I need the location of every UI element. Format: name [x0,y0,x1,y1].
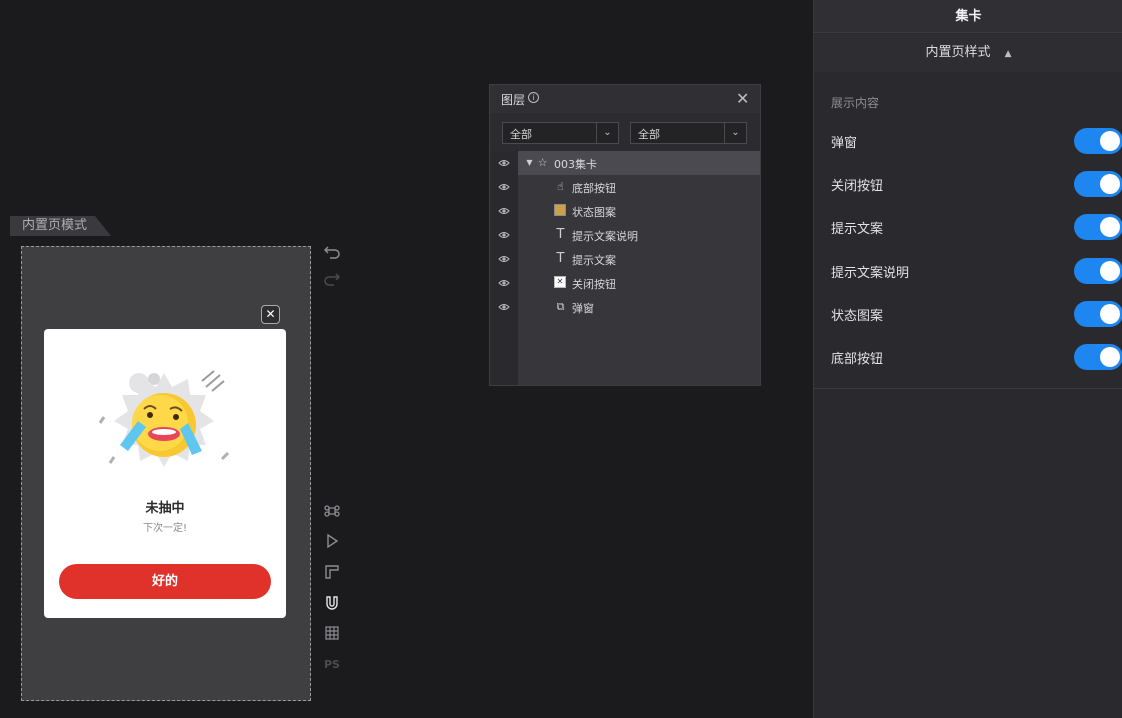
properties-panel: 集卡 内置页样式 ▲ 展示内容 弹窗 关闭按钮 提示文案 提示文案说明 状态图案… [813,0,1122,718]
eye-icon[interactable] [498,205,510,217]
close-image-icon: ✕ [554,276,566,288]
layers-header: 图层 i ✕ [490,85,760,113]
pointer-icon: ☝ [557,180,564,193]
modal-subtitle: 下次一定! [142,523,187,534]
layer-label: 弹窗 [572,302,594,315]
layer-label: 状态图案 [572,206,616,219]
window-icon: ⧉ [556,300,565,313]
popup-modal[interactable]: 未抽中 下次一定! 好的 [44,329,286,618]
layer-row-group[interactable]: ▼ ☆ 003集卡 [518,151,760,175]
toggle-label: 关闭按钮 [831,179,884,194]
magnet-icon[interactable] [323,595,341,613]
layer-label: 提示文案 [572,254,616,267]
image-icon [554,204,566,216]
layer-filter-select-1[interactable]: 全部 ⌄ [502,122,619,144]
layer-row[interactable]: T 提示文案 [518,247,760,271]
modal-title: 未抽中 [145,501,185,516]
layer-row[interactable]: T 提示文案说明 [518,223,760,247]
chevron-down-icon[interactable]: ⌄ [596,123,618,143]
text-icon: T [556,251,565,266]
command-icon[interactable] [323,503,341,521]
star-icon: ☆ [537,156,548,169]
eye-icon[interactable] [498,277,510,289]
layer-row[interactable]: ⧉ 弹窗 [518,295,760,319]
toggle-switch[interactable] [1074,128,1122,154]
eye-icon[interactable] [498,229,510,241]
eye-icon[interactable] [498,253,510,265]
toggle-row: 提示文案 [831,214,1122,240]
layer-filter-select-2[interactable]: 全部 ⌄ [630,122,747,144]
section-label: 展示内容 [831,96,880,110]
toggle-label: 底部按钮 [831,352,884,367]
toggle-switch[interactable] [1074,171,1122,197]
text-icon: T [556,227,565,242]
panel-subtitle-toggle[interactable]: 内置页样式 ▲ [814,34,1122,72]
toggle-row: 提示文案说明 [831,258,1122,284]
toggle-switch[interactable] [1074,214,1122,240]
panel-title: 集卡 [814,0,1122,33]
caret-down-icon[interactable]: ▼ [523,156,536,169]
eye-icon[interactable] [498,181,510,193]
layer-row[interactable]: ✕ 关闭按钮 [518,271,760,295]
visibility-column [490,151,518,385]
undo-icon[interactable] [323,243,341,261]
layers-title: 图层 [501,93,526,107]
toggle-label: 提示文案 [831,222,884,237]
crying-sun-illustration [98,370,230,467]
mode-tab[interactable]: 内置页模式 [10,216,112,236]
toggle-label: 状态图案 [831,309,884,324]
toggle-switch[interactable] [1074,301,1122,327]
layer-label: 底部按钮 [572,182,616,195]
chevron-down-icon[interactable]: ⌄ [724,123,746,143]
layers-panel: 图层 i ✕ 全部 ⌄ 全部 ⌄ ▼ ☆ 003集卡 ☝ 底部按钮 状态图案 T… [489,84,761,386]
toggle-switch[interactable] [1074,344,1122,370]
toggle-row: 状态图案 [831,301,1122,327]
toggle-label: 弹窗 [831,136,858,151]
modal-close-button[interactable]: ✕ [261,305,280,324]
ok-button[interactable]: 好的 [59,564,271,599]
toggle-row: 底部按钮 [831,344,1122,370]
close-icon[interactable]: ✕ [736,89,749,108]
select-value: 全部 [638,128,660,141]
toggle-row: 关闭按钮 [831,171,1122,197]
redo-icon[interactable] [323,270,341,288]
toggle-label: 提示文案说明 [831,266,910,281]
layer-label: 003集卡 [554,158,597,171]
ps-icon[interactable]: PS [323,656,341,674]
play-icon[interactable] [323,533,341,551]
eye-icon[interactable] [498,301,510,313]
layer-row[interactable]: ☝ 底部按钮 [518,175,760,199]
eye-icon[interactable] [498,157,510,169]
divider [814,388,1122,389]
info-icon[interactable]: i [528,92,539,103]
grid-icon[interactable] [323,625,341,643]
caret-up-icon[interactable]: ▲ [1005,49,1012,59]
toggle-switch[interactable] [1074,258,1122,284]
layer-label: 提示文案说明 [572,230,638,243]
panel-subtitle: 内置页样式 [925,45,991,60]
layer-tree: ▼ ☆ 003集卡 ☝ 底部按钮 状态图案 T 提示文案说明 T 提示文案 ✕ … [518,151,760,385]
layer-label: 关闭按钮 [572,278,616,291]
layer-row[interactable]: 状态图案 [518,199,760,223]
select-value: 全部 [510,128,532,141]
ruler-icon[interactable] [323,564,341,582]
toggle-row: 弹窗 [831,128,1122,154]
